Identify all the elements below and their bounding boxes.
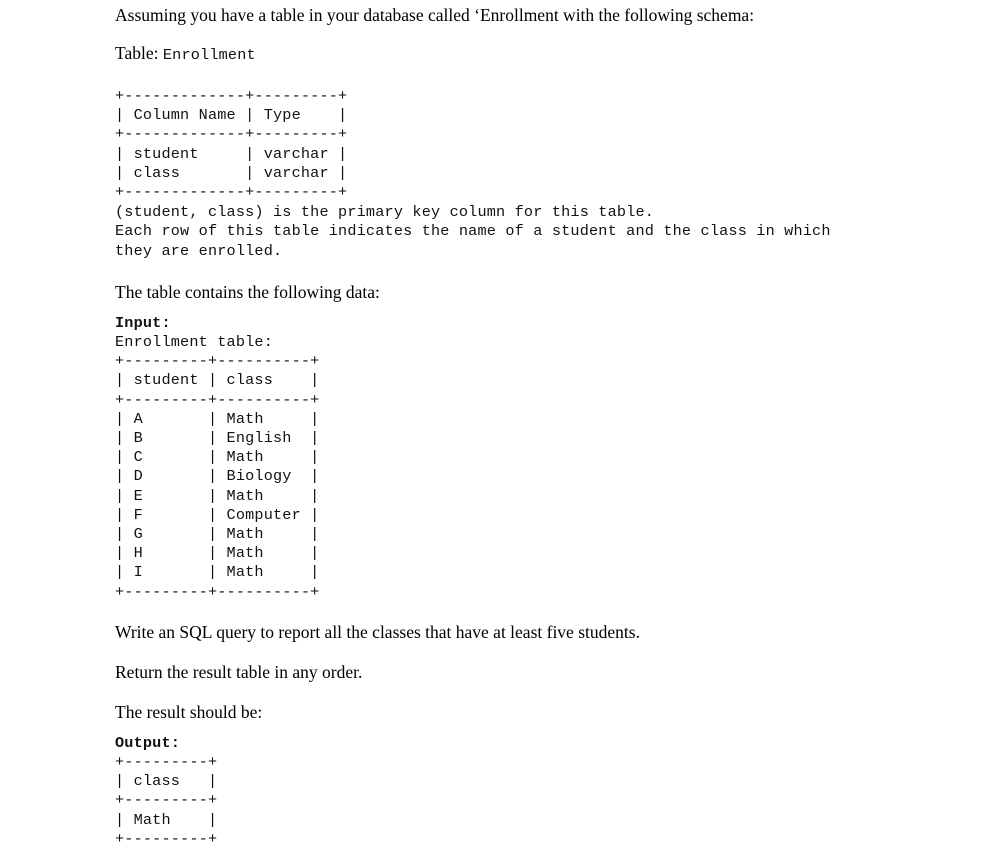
intro-paragraph: Assuming you have a table in your databa… [115, 5, 755, 25]
contains-data-line: The table contains the following data: [115, 281, 380, 302]
result-line: The result should be: [115, 701, 263, 722]
question-line: Write an SQL query to report all the cla… [115, 621, 640, 642]
enrollment-table: +---------+----------+ | student | class… [115, 352, 320, 601]
output-table: +---------+ | class | +---------+ | Math… [115, 753, 218, 848]
document-page: Assuming you have a table in your databa… [0, 0, 986, 848]
schema-table: +-------------+---------+ | Column Name … [115, 87, 348, 202]
output-section: Output: +---------+ | class | +---------… [115, 734, 935, 849]
output-label: Output: [115, 733, 181, 752]
order-line: Return the result table in any order. [115, 661, 363, 682]
input-label: Input: [115, 313, 171, 332]
input-section: Input: Enrollment table: +---------+----… [115, 314, 935, 602]
schema-description: (student, class) is the primary key colu… [115, 203, 831, 260]
table-name-value: Enrollment [162, 46, 256, 64]
input-caption: Enrollment table: [115, 333, 273, 352]
table-label: Table: [115, 43, 163, 63]
table-name-line: Table: Enrollment [115, 43, 935, 65]
document-content: Assuming you have a table in your databa… [115, 0, 935, 849]
